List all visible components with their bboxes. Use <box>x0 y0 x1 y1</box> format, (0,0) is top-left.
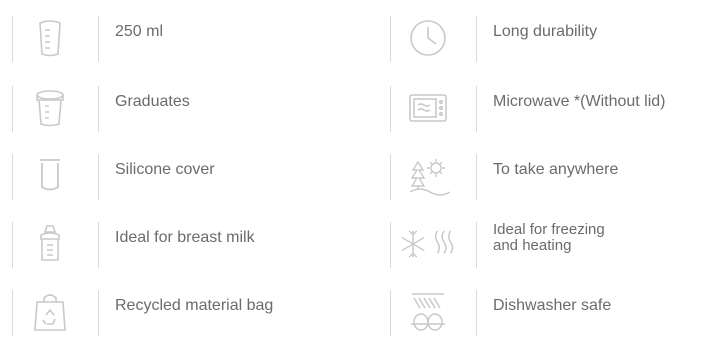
divider <box>476 154 477 200</box>
baby-bottle-icon <box>24 218 76 270</box>
divider <box>98 154 99 200</box>
freeze-heat-icon <box>396 218 462 270</box>
divider <box>476 86 477 132</box>
divider <box>476 222 477 268</box>
feature-label: Microwave *(Without lid) <box>493 93 666 110</box>
divider <box>12 222 13 268</box>
feature-row-dishwasher: Dishwasher safe <box>378 276 703 336</box>
feature-label: Long durability <box>493 23 598 40</box>
divider <box>98 86 99 132</box>
feature-label: 250 ml <box>115 23 164 40</box>
divider <box>12 154 13 200</box>
outdoor-icon <box>402 150 454 202</box>
divider <box>390 86 391 132</box>
feature-label: To take anywhere <box>493 161 619 178</box>
divider <box>390 290 391 336</box>
feature-label: Ideal for breast milk <box>115 229 255 246</box>
divider <box>390 16 391 62</box>
divider <box>98 222 99 268</box>
feature-row-freeze-heat: Ideal for freezing and heating <box>378 208 703 268</box>
recycle-bag-icon <box>24 286 76 338</box>
feature-label: Ideal for freezing and heating <box>493 208 693 268</box>
feature-row-graduates: Graduates <box>0 72 330 132</box>
feature-label: Silicone cover <box>115 161 215 178</box>
silicone-cover-icon <box>24 150 76 202</box>
feature-row-take-anywhere: To take anywhere <box>378 140 703 200</box>
feature-row-microwave: Microwave *(Without lid) <box>378 72 703 132</box>
divider <box>12 16 13 62</box>
divider <box>390 154 391 200</box>
divider <box>98 16 99 62</box>
feature-label: Recycled material bag <box>115 297 274 314</box>
divider <box>390 222 391 268</box>
divider <box>12 290 13 336</box>
feature-label: Graduates <box>115 93 190 110</box>
divider <box>476 290 477 336</box>
graduated-cup-icon <box>24 82 76 134</box>
divider <box>12 86 13 132</box>
feature-label: Dishwasher safe <box>493 297 612 314</box>
clock-icon <box>402 12 454 64</box>
dishwasher-icon <box>402 286 454 338</box>
feature-row-recycled: Recycled material bag <box>0 276 330 336</box>
feature-row-silicone: Silicone cover <box>0 140 330 200</box>
container-icon <box>24 12 76 64</box>
microwave-icon <box>402 82 454 134</box>
feature-label-line: and heating <box>493 237 572 254</box>
feature-row-breast-milk: Ideal for breast milk <box>0 208 330 268</box>
feature-row-durability: Long durability <box>378 2 703 62</box>
feature-row-capacity: 250 ml <box>0 2 330 62</box>
feature-label-line: Ideal for freezing <box>493 221 605 238</box>
divider <box>476 16 477 62</box>
divider <box>98 290 99 336</box>
